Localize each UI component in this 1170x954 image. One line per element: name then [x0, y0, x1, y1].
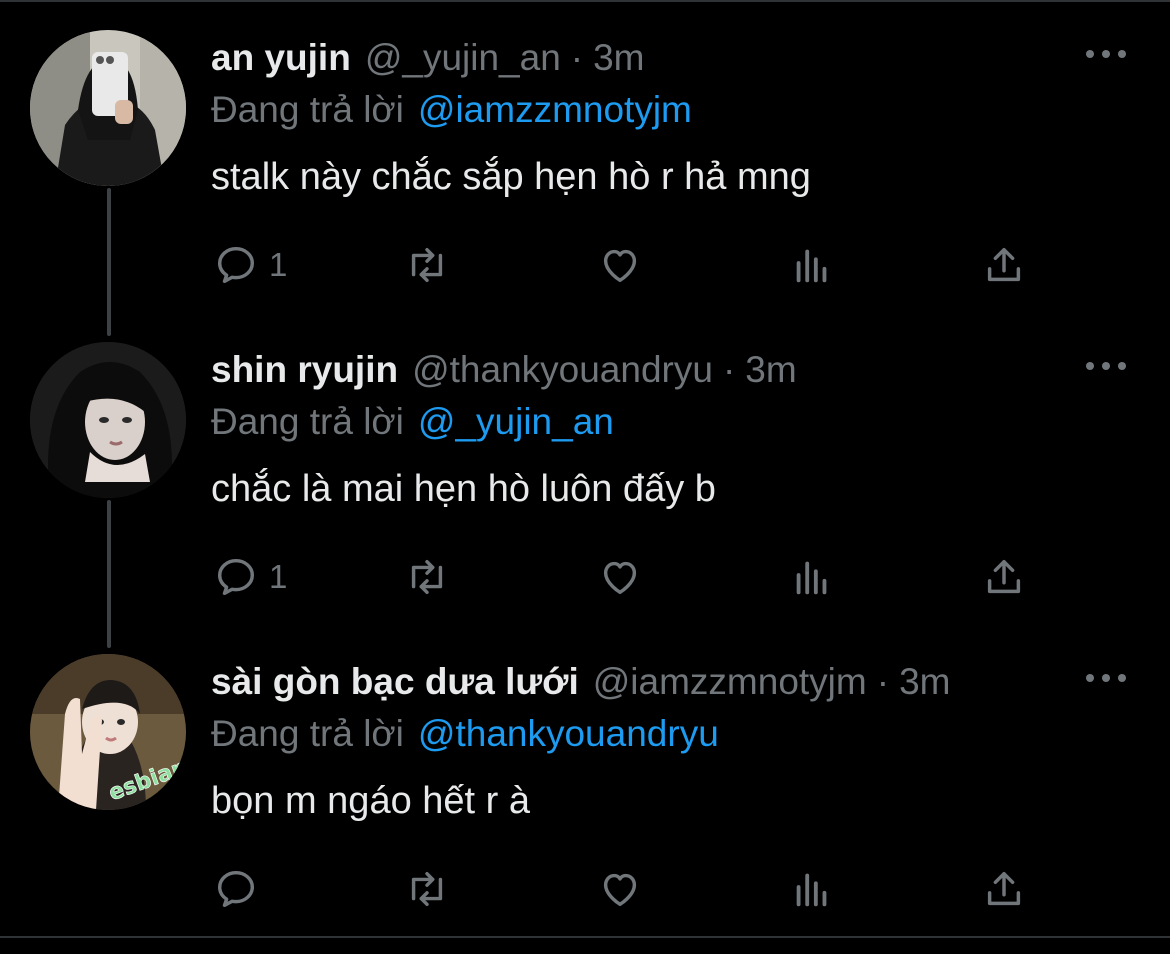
reply-to-link[interactable]: @_yujin_an	[418, 401, 614, 442]
retweet-icon	[411, 871, 443, 907]
views-button[interactable]	[789, 864, 835, 914]
replying-to: Đang trả lời @iamzzmnotyjm	[211, 88, 692, 132]
reply-count: 1	[269, 558, 288, 595]
more-icon[interactable]	[1086, 356, 1126, 376]
avatar[interactable]	[30, 342, 186, 498]
retweet-button[interactable]	[404, 864, 450, 914]
display-name[interactable]: an yujin	[211, 36, 351, 80]
like-button[interactable]	[597, 240, 643, 290]
user-handle[interactable]: @_yujin_an	[365, 36, 561, 80]
tweet-text: chắc là mai hẹn hò luôn đấy b	[211, 468, 716, 510]
retweet-icon	[411, 559, 443, 595]
reply-prefix: Đang trả lời	[211, 401, 404, 442]
share-button[interactable]	[981, 240, 1027, 290]
tweet-text: bọn m ngáo hết r à	[211, 780, 530, 822]
reply-count: 1	[269, 246, 288, 283]
tweet[interactable]: shin ryujin @thankyouandryu · 3m Đang tr…	[0, 312, 1170, 624]
reply-to-link[interactable]: @thankyouandryu	[418, 713, 719, 754]
reply-prefix: Đang trả lời	[211, 713, 404, 754]
retweet-button[interactable]	[404, 240, 450, 290]
views-icon	[796, 873, 827, 907]
separator: ·	[722, 349, 736, 390]
reply-to-link[interactable]: @iamzzmnotyjm	[418, 89, 692, 130]
share-button[interactable]	[981, 864, 1027, 914]
views-button[interactable]	[789, 552, 835, 602]
share-icon	[987, 871, 1021, 906]
separator: ·	[876, 661, 890, 702]
avatar[interactable]: esbian	[30, 654, 186, 810]
tweet-text: stalk này chắc sắp hẹn hò r hả mng	[211, 156, 811, 198]
replying-to: Đang trả lời @_yujin_an	[211, 400, 614, 444]
views-icon	[796, 249, 827, 283]
reply-button[interactable]: 1	[213, 552, 287, 602]
like-button[interactable]	[597, 552, 643, 602]
separator: ·	[570, 37, 584, 78]
display-name[interactable]: sài gòn bạc dưa lưới	[211, 660, 579, 704]
timestamp[interactable]: 3m	[899, 660, 950, 704]
tweet[interactable]: an yujin @_yujin_an · 3m Đang trả lời @ia…	[0, 0, 1170, 312]
share-icon	[987, 247, 1021, 282]
bottom-divider	[0, 936, 1170, 938]
retweet-icon	[411, 247, 443, 283]
like-icon	[603, 873, 637, 907]
reply-prefix: Đang trả lời	[211, 89, 404, 130]
views-button[interactable]	[789, 240, 835, 290]
tweet[interactable]: esbian sài gòn bạc dưa lưới @iamzzmnotyj…	[0, 624, 1170, 936]
views-icon	[796, 561, 827, 595]
reply-button[interactable]	[213, 864, 269, 914]
action-bar: 1	[0, 552, 1170, 602]
more-icon[interactable]	[1086, 44, 1126, 64]
user-handle[interactable]: @iamzzmnotyjm	[593, 660, 867, 704]
like-icon	[603, 249, 637, 283]
user-handle[interactable]: @thankyouandryu	[412, 348, 713, 392]
tweet-header: an yujin @_yujin_an · 3m	[211, 36, 645, 80]
replying-to: Đang trả lời @thankyouandryu	[211, 712, 719, 756]
like-icon	[603, 561, 637, 595]
tweet-header: shin ryujin @thankyouandryu · 3m	[211, 348, 797, 392]
tweet-header: sài gòn bạc dưa lưới @iamzzmnotyjm · 3m	[211, 660, 950, 704]
like-button[interactable]	[597, 864, 643, 914]
action-bar	[0, 864, 1170, 914]
reply-icon	[217, 246, 255, 284]
timestamp[interactable]: 3m	[745, 348, 796, 392]
avatar[interactable]	[30, 30, 186, 186]
action-bar: 1	[0, 240, 1170, 290]
retweet-button[interactable]	[404, 552, 450, 602]
more-icon[interactable]	[1086, 668, 1126, 688]
display-name[interactable]: shin ryujin	[211, 348, 398, 392]
reply-icon	[217, 558, 255, 596]
share-button[interactable]	[981, 552, 1027, 602]
reply-button[interactable]: 1	[213, 240, 287, 290]
reply-icon	[217, 870, 255, 908]
share-icon	[987, 559, 1021, 594]
timestamp[interactable]: 3m	[593, 36, 644, 80]
